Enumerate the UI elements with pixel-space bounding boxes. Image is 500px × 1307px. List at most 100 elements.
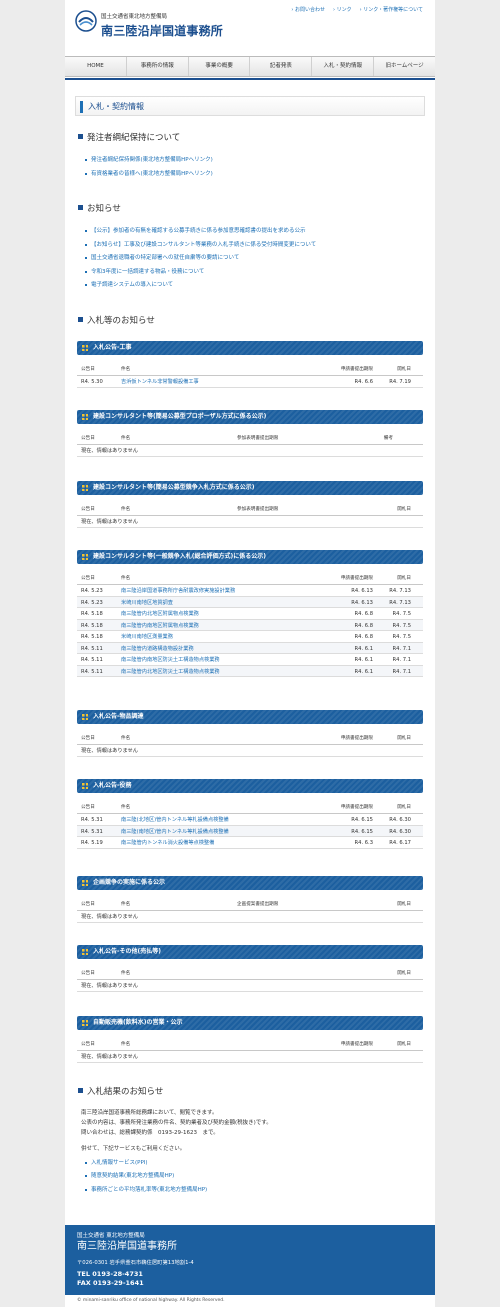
office-name[interactable]: 南三陸沿岸国道事務所 <box>101 24 223 39</box>
table-header: 公告日 件名 開札日 <box>77 967 423 980</box>
column-header: 備考 <box>383 436 393 441</box>
table-cell: R4. 6.15 <box>351 828 373 835</box>
row-title-link[interactable]: 南三陸沿岸国道事務所庁舎耐震改修実施設計業務 <box>121 588 235 595</box>
table-header: 公告日 件名 申請書提出期限 開札日 <box>77 363 423 376</box>
row-title-link[interactable]: 吉浜仮トンネル非常警報設備工事 <box>121 379 199 386</box>
discipline-list: 発注者綱紀保持関係(東北地方整備局HPへリンク) 有資格業者の皆様へ(東北地方整… <box>85 157 425 184</box>
column-header: 公告日 <box>81 507 95 512</box>
row-title-link[interactable]: 南三陸管内南地区防災土工構造物点検業務 <box>121 657 220 664</box>
column-header: 申請書提出期限 <box>340 736 373 741</box>
row-title-link[interactable]: 南三陸管内北地区附属物点検業務 <box>121 611 199 618</box>
table-header: 公告日 件名 申請書提出期限 開札日 <box>77 732 423 745</box>
table-row: R4. 5.30 吉浜仮トンネル非常警報設備工事 R4. 6.6 R4. 7.19 <box>77 376 423 388</box>
list-item[interactable]: 【お知らせ】工事及び建設コンサルタント等業務の入札手続きに係る受付時間変更につい… <box>85 242 425 256</box>
section-title: 自動販売機(飲料水)の営業・公示 <box>77 1016 423 1030</box>
column-header: 件名 <box>121 902 131 907</box>
column-header: 公告日 <box>81 436 95 441</box>
nav-underline <box>65 78 435 80</box>
column-header: 公告日 <box>81 367 95 372</box>
contact-link[interactable]: お問い合わせ <box>291 7 325 13</box>
nav-old-site[interactable]: 旧ホームページ <box>373 57 435 76</box>
table-row: R4. 5.31 南三陸(南地区)管内トンネル等札設備点検整備 R4. 6.15 R4… <box>77 825 423 837</box>
table-row: R4. 5.11 南三陸管内道路構造物設計業務 R4. 6.1 R4. 7.1 <box>77 642 423 654</box>
page-title: 入札・契約情報 <box>88 102 144 111</box>
list-item[interactable]: 発注者綱紀保持関係(東北地方整備局HPへリンク) <box>85 157 425 171</box>
column-header: 件名 <box>121 805 131 810</box>
list-item[interactable]: 【公示】参加者の有無を確認する公募手続きに係る参加意思確認書の提出を求める公示 <box>85 228 425 242</box>
footer-office: 南三陸沿岸国道事務所 <box>77 1240 177 1252</box>
table-row: R4. 5.11 南三陸管内北地区防災土工構造物点検業務 R4. 6.1 R4. 7.… <box>77 665 423 677</box>
table-body: R4. 5.31 南三陸(北地区)管内トンネル等札設備点検整備 R4. 6.15 R4… <box>77 814 423 849</box>
bids-heading: 入札等のお知らせ <box>78 316 155 327</box>
column-header: 公告日 <box>81 1042 95 1047</box>
footer-address: 〒026-0301 岩手県釜石市鵜住居町第13地割1-4 <box>77 1260 194 1267</box>
links-link[interactable]: リンク <box>333 7 352 13</box>
nav-bids[interactable]: 入札・契約情報 <box>311 57 373 76</box>
table-cell: R4. 5.19 <box>81 840 103 846</box>
table-cell: R4. 5.18 <box>81 611 103 617</box>
list-item[interactable]: 事務所ごとの平均落札率等(東北地方整備局HP) <box>85 1187 425 1201</box>
mlit-logo-icon[interactable] <box>75 10 97 32</box>
column-header: 開札日 <box>397 971 411 976</box>
column-header: 開札日 <box>397 576 411 581</box>
row-title-link[interactable]: 南三陸管内北地区防災土工構造物点検業務 <box>121 669 220 676</box>
column-header: 件名 <box>121 971 131 976</box>
list-item[interactable]: 随意契約結果(東北地方整備局HP) <box>85 1173 425 1187</box>
nav-projects[interactable]: 事業の概要 <box>187 57 250 76</box>
nav-office-info[interactable]: 事務所の情報 <box>125 57 188 76</box>
table-cell: R4. 7.1 <box>392 657 411 663</box>
results-heading: 入札結果のお知らせ <box>78 1087 163 1098</box>
list-item[interactable]: 国土交通省退職者の特定部署への就任自粛等の要請について <box>85 255 425 269</box>
nav-press[interactable]: 記者発表 <box>249 57 311 76</box>
table-cell: R4. 5.11 <box>81 657 103 663</box>
bid-section: 建設コンサルタント等(簡易公募型競争入札方式に係る公示) 公告日 件名 参加表明書提出… <box>77 481 423 528</box>
column-header: 件名 <box>121 367 131 372</box>
table-cell: R4. 6.13 <box>351 599 373 606</box>
table-cell: R4. 5.18 <box>81 622 103 629</box>
row-title-link[interactable]: 南三陸管内南地区附属物点検業務 <box>121 623 199 630</box>
column-header: 参加表明書提出期限 <box>237 507 279 512</box>
section-title: 入札公告-その他(売払等) <box>77 945 423 959</box>
list-item[interactable]: 令和3年度に一括調達する物品・役務について <box>85 269 425 283</box>
table-cell: R4. 6.3 <box>354 840 373 846</box>
no-info-row: 現在、情報はありません <box>77 745 423 757</box>
copyright: © minami-sanriku office of national high… <box>77 1298 225 1303</box>
row-title-link[interactable]: 南三陸(南地区)管内トンネル等札設備点検整備 <box>121 829 229 836</box>
bid-section: 入札公告-その他(売払等) 公告日 件名 開札日 現在、情報はありません <box>77 945 423 992</box>
table-body: R4. 5.30 吉浜仮トンネル非常警報設備工事 R4. 6.6 R4. 7.19 <box>77 376 423 388</box>
footer-tel: TEL 0193-28-4731 <box>77 1269 143 1278</box>
no-info-row: 現在、情報はありません <box>77 445 423 457</box>
table-cell: R4. 5.11 <box>81 668 103 675</box>
bid-section: 建設コンサルタント等(一般競争入札(総合評価方式)に係る公示) 公告日 件名 申請書提… <box>77 550 423 677</box>
table-cell: R4. 7.1 <box>392 668 411 675</box>
row-title-link[interactable]: 南三陸管内トンネル消火設備等点検整備 <box>121 840 214 847</box>
list-item[interactable]: 電子調達システムの導入について <box>85 282 425 296</box>
column-header: 開札日 <box>397 902 411 907</box>
column-header: 開札日 <box>397 1042 411 1047</box>
section-title: 企画競争の実施に係る公示 <box>77 876 423 890</box>
table-cell: R4. 7.13 <box>389 599 411 606</box>
section-title: 入札公告-役務 <box>77 779 423 793</box>
section-title: 入札公告-工事 <box>77 341 423 355</box>
row-title-link[interactable]: 南三陸管内道路構造物設計業務 <box>121 646 194 653</box>
table-cell: R4. 7.5 <box>392 622 411 629</box>
table-header: 公告日 件名 参加表明書提出期限 開札日 <box>77 503 423 516</box>
column-header: 企画提案書提出期限 <box>237 902 279 907</box>
no-info-row: 現在、情報はありません <box>77 516 423 528</box>
row-title-link[interactable]: 米崎川南地区地質調査 <box>121 600 173 607</box>
copyright-link[interactable]: リンク・著作権等について <box>360 7 423 13</box>
results-body: 南三陸沿岸国道事務所総務課において、閲覧できます。 公表の内容は、事務所発注業務… <box>81 1110 421 1196</box>
row-title-link[interactable]: 南三陸(北地区)管内トンネル等札設備点検整備 <box>121 817 229 824</box>
list-item[interactable]: 入札情報サービス(PPI) <box>85 1160 425 1174</box>
utility-links: お問い合わせ リンク リンク・著作権等について <box>291 7 423 13</box>
table-cell: R4. 5.23 <box>81 588 103 594</box>
column-header: 申請書提出期限 <box>340 805 373 810</box>
column-header: 開札日 <box>397 805 411 810</box>
row-title-link[interactable]: 米崎川南地区測量業務 <box>121 634 173 641</box>
table-row: R4. 5.18 南三陸管内北地区附属物点検業務 R4. 6.8 R4. 7.5 <box>77 608 423 620</box>
list-item[interactable]: 有資格業者の皆様へ(東北地方整備局HPへリンク) <box>85 171 425 185</box>
nav-home[interactable]: HOME <box>65 57 126 76</box>
table-cell: R4. 6.1 <box>354 668 373 675</box>
table-cell: R4. 5.30 <box>81 379 103 385</box>
table-row: R4. 5.19 南三陸管内トンネル消火設備等点検整備 R4. 6.3 R4. 6.1… <box>77 837 423 849</box>
